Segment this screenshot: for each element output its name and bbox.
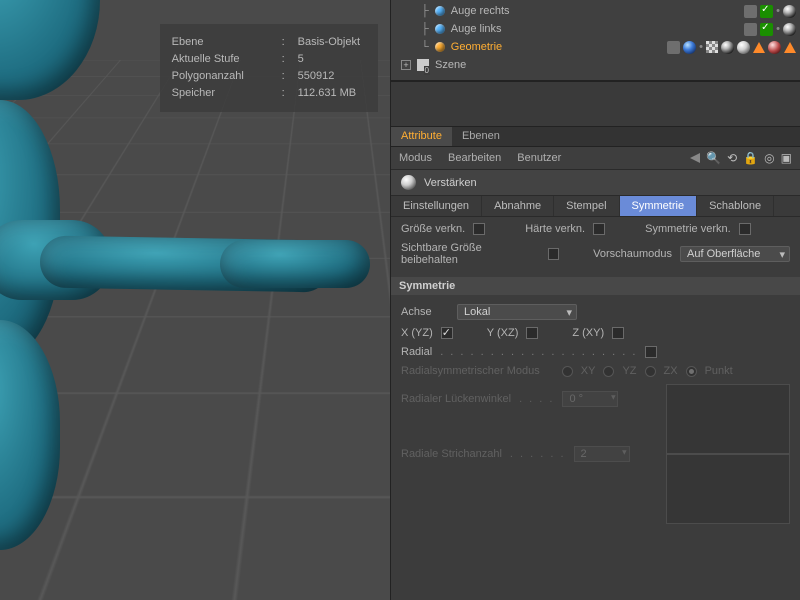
hud-stufe-value: 5 [298,51,304,68]
poly-icon [435,42,445,52]
checkbox-radial[interactable] [645,346,657,358]
label-symmetrie-verkn: Symmetrie verkn. [645,223,731,235]
om-label[interactable]: Geometrie [451,41,539,53]
layer-dot-icon[interactable] [744,23,757,36]
radio-yz[interactable] [603,366,614,377]
radio-zx[interactable] [645,366,656,377]
hud-ebene-label: Ebene [172,34,272,51]
viewport[interactable]: Ebene:Basis-Objekt Aktuelle Stufe:5 Poly… [0,0,391,600]
section-symmetrie: Symmetrie [391,277,800,295]
input-strichanzahl[interactable]: 2 [574,446,630,462]
select-vorschaumodus[interactable]: Auf Oberfläche [680,246,790,262]
tool-header: Verstärken [391,170,800,196]
lock-icon[interactable]: ⟲ [727,151,737,165]
sphere-icon [435,24,445,34]
menu-modus[interactable]: Modus [399,152,432,164]
hud-ebene-value: Basis-Objekt [298,34,360,51]
search-icon[interactable]: 🔍 [706,151,721,165]
label-lueckenwinkel: Radialer Lückenwinkel [401,393,511,405]
layer-dot-icon[interactable] [744,5,757,18]
label-radial: Radial [401,346,432,358]
subtab-stempel[interactable]: Stempel [554,196,619,216]
checkbox-groesse-verkn[interactable] [473,223,485,235]
lock-icon[interactable]: 🔒 [743,151,758,165]
hud-speicher-label: Speicher [172,85,272,102]
sculpt-tag-icon[interactable] [784,42,796,53]
om-label[interactable]: Auge rechts [451,5,539,17]
scene-icon [417,59,429,71]
label-haerte-verkn: Härte verkn. [525,223,585,235]
material-ball-icon[interactable] [737,41,750,54]
label-sichtbare-groesse: Sichtbare Größe beibehalten [401,242,540,266]
label-x-yz: X (YZ) [401,327,433,339]
checkbox-y-xz[interactable] [526,327,538,339]
input-lueckenwinkel[interactable]: 0 ° [562,391,618,407]
label-strichanzahl: Radiale Strichanzahl [401,448,502,460]
material-ball-icon[interactable] [783,23,796,36]
panel-tabs: Attribute Ebenen [391,127,800,147]
tool-name: Verstärken [424,177,477,189]
om-row-auge-links[interactable]: ├ Auge links • [401,20,796,38]
menu-benutzer[interactable]: Benutzer [517,152,561,164]
material-ball-icon[interactable] [768,41,781,54]
menu-bearbeiten[interactable]: Bearbeiten [448,152,501,164]
expand-icon[interactable]: + [401,60,411,70]
hud-stufe-label: Aktuelle Stufe [172,51,272,68]
sphere-icon [435,6,445,16]
tool-subtabs: Einstellungen Abnahme Stempel Symmetrie … [391,196,800,217]
label-y-xz: Y (XZ) [487,327,519,339]
viewport-hud: Ebene:Basis-Objekt Aktuelle Stufe:5 Poly… [160,24,378,112]
om-row-szene[interactable]: + Szene [401,56,796,74]
label-vorschaumodus: Vorschaumodus [593,248,672,260]
om-label[interactable]: Auge links [451,23,539,35]
checkbox-z-xy[interactable] [612,327,624,339]
hud-poly-label: Polygonanzahl [172,68,272,85]
om-row-auge-rechts[interactable]: ├ Auge rechts • [401,2,796,20]
radio-punkt[interactable] [686,366,697,377]
hud-poly-value: 550912 [298,68,335,85]
subtab-symmetrie[interactable]: Symmetrie [620,196,698,216]
history-back-icon[interactable] [690,153,700,163]
label-radial-modus: Radialsymmetrischer Modus [401,365,540,377]
om-label[interactable]: Szene [435,59,523,71]
checkbox-sichtbare-groesse[interactable] [548,248,560,260]
label-z-xy: Z (XY) [572,327,604,339]
subtab-schablone[interactable]: Schablone [697,196,774,216]
symmetrie-form: Größe verkn. Härte verkn. Symmetrie verk… [391,217,800,417]
visibility-toggle[interactable] [760,23,773,36]
hud-speicher-value: 112.631 MB [298,85,357,102]
material-ball-icon[interactable] [683,41,696,54]
tab-ebenen[interactable]: Ebenen [452,127,510,146]
tab-attribute[interactable]: Attribute [391,127,452,146]
subtab-abnahme[interactable]: Abnahme [482,196,554,216]
attribute-panel: ├ Auge rechts • ├ Auge links • [391,0,800,600]
radio-xy[interactable] [562,366,573,377]
checkbox-x-yz[interactable] [441,327,453,339]
subtab-einstellungen[interactable]: Einstellungen [391,196,482,216]
visibility-toggle[interactable] [760,5,773,18]
om-row-geometrie[interactable]: └ Geometrie • [401,38,796,56]
object-manager[interactable]: ├ Auge rechts • ├ Auge links • [391,0,800,81]
select-achse[interactable]: Lokal [457,304,577,320]
material-ball-icon[interactable] [721,41,734,54]
checkbox-symmetrie-verkn[interactable] [739,223,751,235]
label-groesse-verkn: Größe verkn. [401,223,465,235]
attribute-menubar: Modus Bearbeiten Benutzer 🔍 ⟲ 🔒 ◎ ▣ [391,147,800,170]
preview-cell[interactable] [666,454,790,524]
material-ball-icon[interactable] [783,5,796,18]
target-icon[interactable]: ◎ [764,151,774,165]
new-window-icon[interactable]: ▣ [781,151,792,165]
label-achse: Achse [401,306,449,318]
uv-tag-icon[interactable] [706,41,718,53]
brush-icon [401,175,416,190]
sculpt-tag-icon[interactable] [753,42,765,53]
layer-dot-icon[interactable] [667,41,680,54]
checkbox-haerte-verkn[interactable] [593,223,605,235]
panel-gap [391,81,800,127]
sculpt-model[interactable] [0,0,130,600]
